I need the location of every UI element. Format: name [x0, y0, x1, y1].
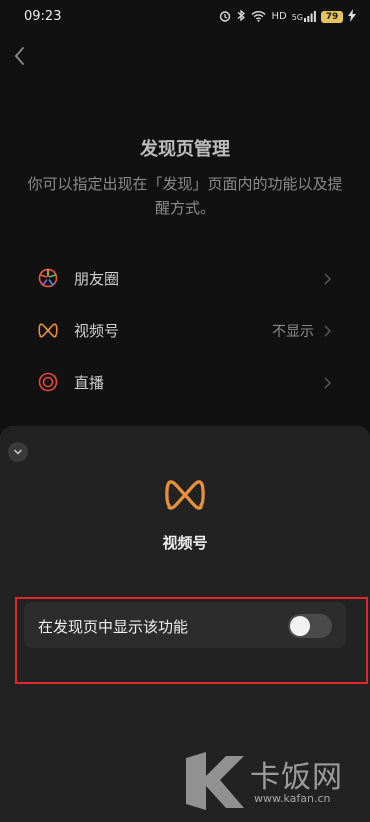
moments-icon: [38, 268, 58, 288]
kafan-logo-icon: [186, 752, 244, 810]
list-item-label: 直播: [74, 374, 105, 392]
status-time: 09:23: [24, 9, 62, 24]
channels-logo-icon: [164, 478, 206, 510]
chevron-down-icon: [13, 449, 23, 455]
list-item-label: 视频号: [74, 322, 120, 340]
battery-icon: 79: [321, 10, 343, 23]
list-item-channels[interactable]: 视频号 不显示: [0, 310, 370, 350]
sheet-title: 视频号: [162, 534, 208, 552]
network-type: 5G: [291, 13, 303, 22]
bluetooth-icon: [236, 7, 246, 26]
chevron-right-icon: [322, 271, 332, 285]
signal-icon: 5G: [292, 11, 316, 22]
wifi-icon: [251, 7, 266, 26]
status-icons: HD 5G 79: [219, 7, 356, 26]
highlight-box: [15, 597, 368, 684]
status-bar: 09:23 HD 5G 79: [0, 0, 370, 34]
chevron-left-icon: [14, 47, 24, 65]
chevron-right-icon: [322, 375, 332, 389]
back-button[interactable]: [12, 44, 28, 68]
list-item-label: 朋友圈: [74, 270, 120, 288]
list-item-value: 不显示: [272, 324, 314, 340]
watermark: 卡饭网 www.kafan.cn: [182, 748, 362, 814]
hd-icon: HD: [271, 11, 287, 22]
page-title: 发现页管理: [140, 139, 230, 160]
list-item-live[interactable]: 直播: [0, 362, 370, 402]
watermark-url: www.kafan.cn: [254, 792, 331, 805]
watermark-brand: 卡饭网: [250, 760, 343, 795]
live-icon: [38, 372, 58, 392]
collapse-button[interactable]: [8, 442, 28, 462]
page-description: 你可以指定出现在「发现」页面内的功能以及提醒方式。: [27, 175, 343, 217]
charging-icon: [348, 7, 356, 26]
channels-icon: [38, 320, 58, 340]
alarm-icon: [219, 7, 231, 26]
list-item-moments[interactable]: 朋友圈: [0, 258, 370, 298]
chevron-right-icon: [322, 323, 332, 337]
